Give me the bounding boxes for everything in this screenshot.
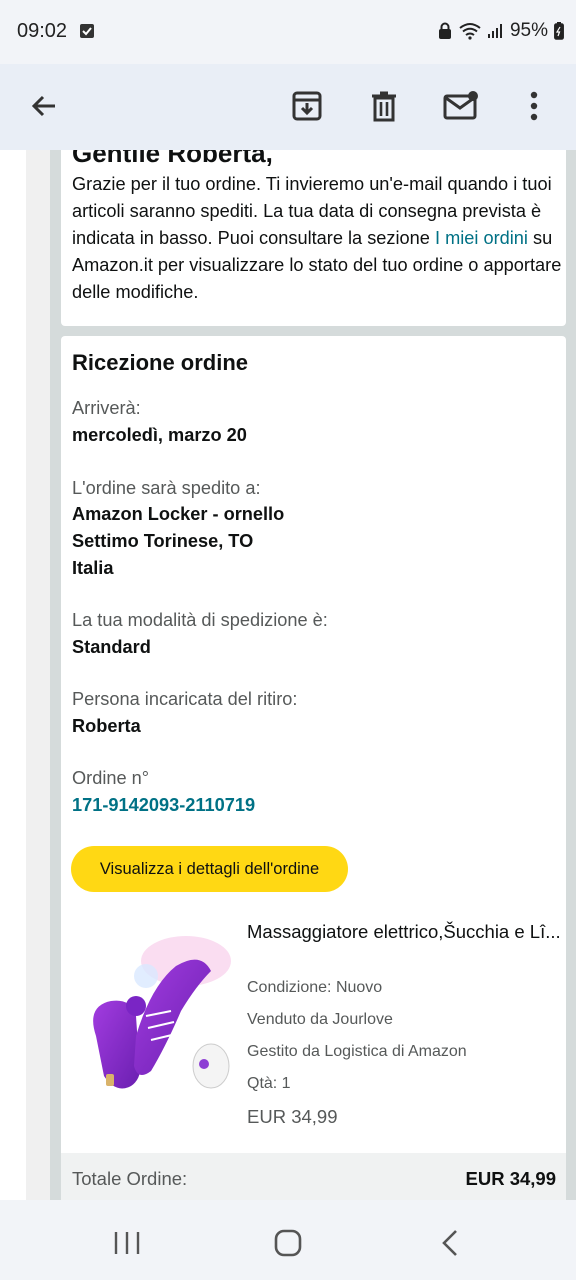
battery-icon xyxy=(554,22,564,40)
order-number-link[interactable]: 171-9142093-2110719 xyxy=(72,792,255,819)
arrival-label: Arriverà: xyxy=(72,398,141,418)
back-arrow-icon[interactable] xyxy=(20,82,68,130)
system-nav-bar xyxy=(0,1200,576,1280)
delete-icon[interactable] xyxy=(360,82,408,130)
greeting: Gentile Roberta, xyxy=(72,150,273,168)
gmail-toolbar xyxy=(0,64,576,150)
arrival-value: mercoledì, marzo 20 xyxy=(72,425,247,445)
mark-unread-icon[interactable] xyxy=(437,82,485,130)
home-icon[interactable] xyxy=(274,1229,302,1262)
product-image[interactable] xyxy=(76,916,232,1096)
ship-address-line1: Amazon Locker - ornello xyxy=(72,504,285,524)
order-label: Ordine n° xyxy=(72,768,150,788)
section-title: Ricezione ordine xyxy=(72,350,249,375)
my-orders-link[interactable]: I miei ordini xyxy=(435,228,528,248)
method-label: La tua modalità di spedizione è: xyxy=(72,610,328,630)
ship-address-line2: Settimo Torinese, TO xyxy=(72,531,254,551)
notification-check-icon xyxy=(80,24,94,38)
status-time: 09:02 xyxy=(17,20,68,42)
nav-back-icon[interactable] xyxy=(440,1228,460,1263)
archive-icon[interactable] xyxy=(283,82,331,130)
status-bar: 09:02 95% xyxy=(0,0,576,64)
pickup-value: Roberta xyxy=(72,716,141,736)
signal-icon xyxy=(487,24,502,38)
pickup-label: Persona incaricata del ritiro: xyxy=(72,689,298,709)
product-seller: Venduto da Jourlove xyxy=(247,1011,393,1028)
view-order-details-button[interactable]: Visualizza i dettagli dell'ordine xyxy=(71,846,348,892)
order-total-value: EUR 34,99 xyxy=(465,1168,557,1189)
ship-address-line3: Italia xyxy=(72,558,114,578)
intro-text: Grazie per il tuo ordine. Ti invieremo u… xyxy=(72,174,562,302)
recent-apps-icon[interactable] xyxy=(112,1230,142,1261)
more-vert-icon[interactable] xyxy=(510,82,558,130)
product-price: EUR 34,99 xyxy=(247,1106,338,1127)
wifi-icon xyxy=(459,23,481,40)
product-quantity: Qtà: 1 xyxy=(247,1075,291,1092)
product-fulfilled-by: Gestito da Logistica di Amazon xyxy=(247,1043,467,1060)
lock-icon xyxy=(438,22,451,39)
email-body[interactable]: Gentile Roberta, Grazie per il tuo ordin… xyxy=(0,150,576,1200)
product-condition: Condizione: Nuovo xyxy=(247,979,383,996)
battery-percent: 95% xyxy=(509,20,548,41)
ship-label: L'ordine sarà spedito a: xyxy=(72,478,261,498)
product-title-link[interactable]: Massaggiatore elettrico,Šucchia e Lî... xyxy=(247,918,562,945)
order-total-label: Totale Ordine: xyxy=(72,1168,188,1189)
method-value: Standard xyxy=(72,637,151,657)
